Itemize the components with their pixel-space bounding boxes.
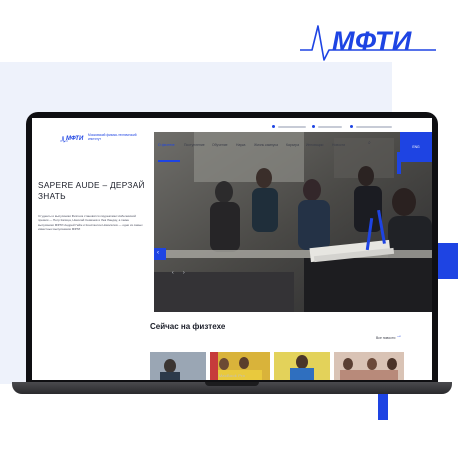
mail-icon [350, 125, 353, 128]
news-thumb-image [274, 352, 330, 380]
utility-link[interactable] [356, 126, 392, 128]
location-icon [272, 125, 275, 128]
nav-item-admission[interactable]: Поступление [184, 143, 205, 147]
brand-logo-text: МФТИ [332, 26, 412, 56]
news-thumb[interactable] [334, 352, 404, 380]
laptop-screen: МФТИ Московский физико-технический инсти… [32, 118, 432, 380]
nav-active-underline [158, 160, 180, 162]
nav-item-education[interactable]: Обучение [212, 143, 228, 147]
nav-item-campus[interactable]: Жизнь кампуса [254, 143, 278, 147]
news-thumb-image [334, 352, 404, 380]
hero-title: SAPERE AUDE – ДЕРЗАЙ ЗНАТЬ [38, 180, 145, 201]
decor-blue-accent [397, 152, 401, 174]
nav-item-science[interactable]: Наука [236, 143, 245, 147]
nav-item-innovation[interactable]: Инновации [306, 143, 323, 147]
news-title: Сейчас на физтехе [150, 322, 226, 331]
hero-text-block: SAPERE AUDE – ДЕРЗАЙ ЗНАТЬ Студенты и вы… [32, 162, 154, 312]
news-all-link[interactable]: Все новости [376, 336, 395, 340]
laptop-notch [205, 382, 259, 386]
laptop-model-label: MacBook Pro [218, 373, 246, 378]
nav-item-career[interactable]: Карьера [286, 143, 299, 147]
arrow-right-icon[interactable]: → [396, 333, 402, 339]
top-utility-bar [154, 122, 432, 132]
arrow-left-icon: ‹ [157, 250, 159, 256]
language-button[interactable]: ENG [400, 132, 432, 162]
news-thumb[interactable] [274, 352, 330, 380]
decor-blue-block-right [436, 243, 458, 279]
utility-link[interactable] [278, 126, 306, 128]
search-icon[interactable]: ⌕ [368, 140, 371, 146]
nav-item-news[interactable]: Новости [332, 143, 345, 147]
site-logo[interactable]: МФТИ [66, 136, 83, 142]
hero-slider-prev-button[interactable]: ‹ [154, 248, 166, 260]
hero-description: Студенты и выпускники Физтеха становятся… [38, 214, 143, 231]
site-logo-description: Московский физико-технический институт [88, 133, 137, 141]
nav-item-about[interactable]: О физтехе [158, 143, 175, 147]
main-nav: О физтехе Поступление Обучение Наука Жиз… [154, 132, 432, 162]
promo-stage: МФТИ МФТИ Московский физико-технический … [0, 0, 464, 464]
hero-slider-nav[interactable]: ‹ › [172, 270, 189, 276]
utility-link[interactable] [318, 126, 342, 128]
phone-icon [312, 125, 315, 128]
brand-logo: МФТИ [298, 20, 438, 64]
news-section: Сейчас на физтехе Все новости → [32, 312, 432, 380]
